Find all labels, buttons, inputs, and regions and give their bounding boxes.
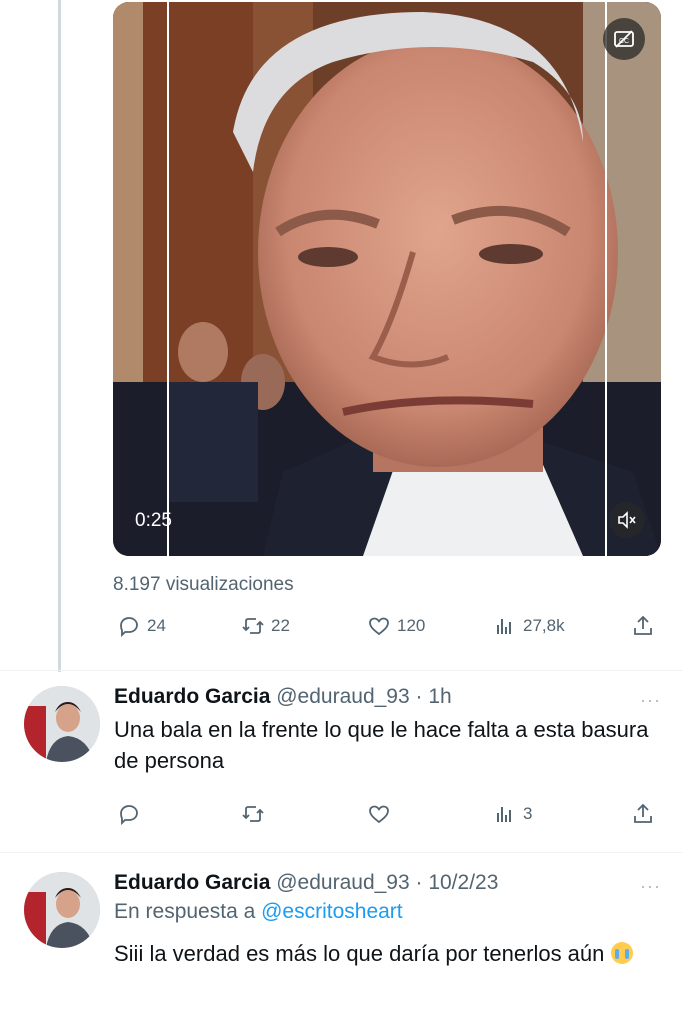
reply-body: Eduardo Garcia @eduraud_93 · 10/2/23 En … [114,870,663,969]
reply-text: Siii la verdad es más lo que daría por t… [114,938,663,969]
mute-button[interactable] [609,502,645,538]
reply-tweet[interactable]: Eduardo Garcia @eduraud_93 · 1h Una bala… [0,684,683,850]
tweet-action-bar: 24 22 120 27,8k [113,614,661,644]
reply-body: Eduardo Garcia @eduraud_93 · 1h Una bala… [114,684,663,776]
reply-header: Eduardo Garcia @eduraud_93 · 10/2/23 [114,870,663,896]
author-name[interactable]: Eduardo Garcia [114,685,270,708]
author-handle-time[interactable]: @eduraud_93 · 10/2/23 [276,871,498,894]
analytics-icon [497,619,511,634]
video-frame [113,2,661,556]
retweet-icon [242,806,264,822]
like-count: 120 [397,616,426,635]
author-handle-time[interactable]: @eduraud_93 · 1h [276,685,451,708]
share-button[interactable] [631,614,655,638]
reply-icon [120,805,138,826]
reply-icon [120,617,138,638]
captions-icon: CC [614,30,634,48]
divider [0,670,683,671]
captions-button[interactable]: CC [603,18,645,60]
thread-line [58,0,61,672]
retweet-icon [242,618,264,634]
analytics-button[interactable]: 27,8k [493,614,565,638]
more-options-button[interactable]: ··· [640,690,661,711]
video-duration: 0:25 [135,510,172,531]
analytics-count: 27,8k [523,616,565,635]
avatar[interactable] [24,872,100,948]
reply-action-bar: 3 [113,802,661,832]
heart-icon [369,805,389,824]
share-icon [634,803,652,823]
reply-button[interactable] [117,802,147,826]
reply-count: 24 [147,616,166,635]
share-button[interactable] [631,802,655,826]
share-icon [634,615,652,635]
reply-text: Una bala en la frente lo que le hace fal… [114,717,649,773]
divider [0,852,683,853]
like-button[interactable] [367,802,397,826]
retweet-count: 22 [271,616,290,635]
replying-to-prefix: En respuesta a [114,900,262,923]
like-button[interactable]: 120 [367,614,425,638]
retweet-button[interactable] [241,802,271,826]
view-count: 8.197 visualizaciones [113,574,294,595]
video-player[interactable]: CC 0:25 [113,2,661,556]
more-options-button[interactable]: ··· [640,876,661,897]
reply-button[interactable]: 24 [117,614,166,638]
reply-text-content: Siii la verdad es más lo que daría por t… [114,941,605,966]
loudly-crying-face-emoji-icon [610,942,633,964]
author-name[interactable]: Eduardo Garcia [114,871,270,894]
analytics-button[interactable]: 3 [493,802,532,826]
reply-tweet[interactable]: Eduardo Garcia @eduraud_93 · 10/2/23 En … [0,870,683,1024]
reply-header: Eduardo Garcia @eduraud_93 · 1h [114,684,663,710]
heart-icon [369,617,389,636]
retweet-button[interactable]: 22 [241,614,290,638]
speaker-muted-icon [618,511,636,529]
analytics-icon [497,807,511,822]
avatar-image [24,872,100,948]
analytics-count: 3 [523,804,533,823]
replying-to-user-link[interactable]: @escritosheart [261,900,403,923]
avatar[interactable] [24,686,100,762]
replying-to: En respuesta a @escritosheart [114,898,663,926]
avatar-image [24,686,100,762]
